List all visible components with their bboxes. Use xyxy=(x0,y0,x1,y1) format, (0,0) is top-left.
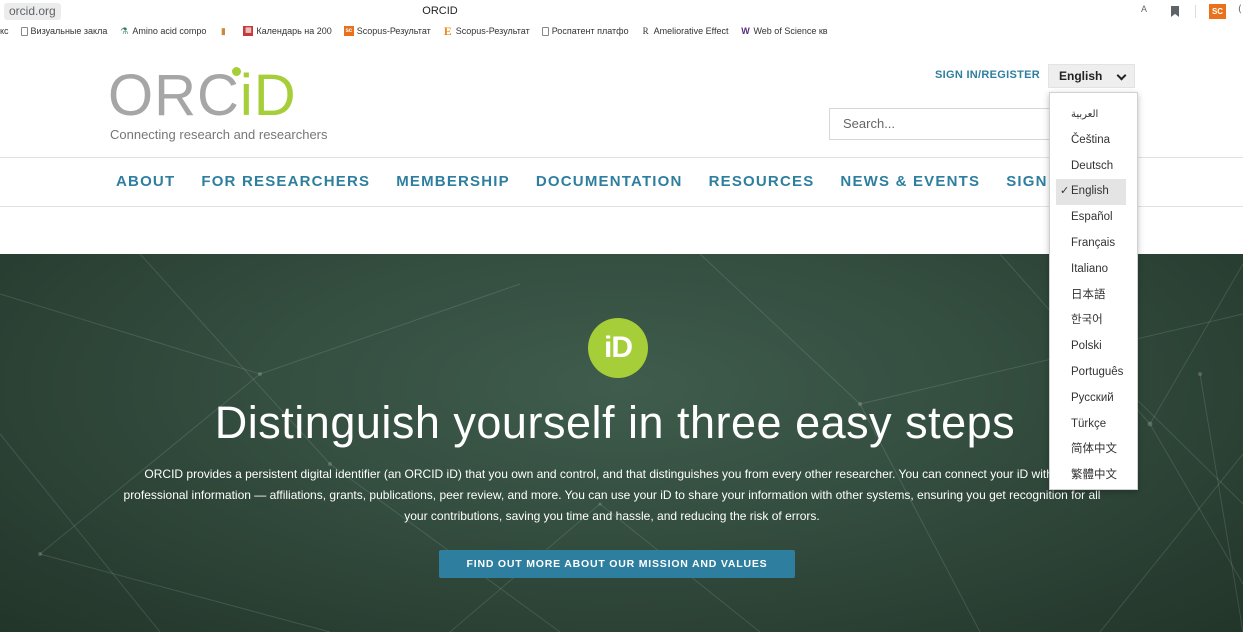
orcid-logo[interactable]: ORCiD xyxy=(108,67,297,125)
language-option[interactable]: ✓ English xyxy=(1056,179,1126,206)
hero-description: ORCID provides a persistent digital iden… xyxy=(123,467,1101,523)
bookmark-item[interactable]: ▦ Календарь на 200 xyxy=(243,26,332,36)
browser-chrome: orcid.org ORCID A SC ( кс Визуальные закл… xyxy=(0,0,1243,38)
language-dropdown-menu: العربية Čeština Deutsch ✓ English Español Fran… xyxy=(1049,92,1138,490)
bookmark-label: Scopus-Результат xyxy=(455,26,530,36)
e-icon: E xyxy=(443,24,452,38)
r-icon: R xyxy=(642,26,649,36)
bookmark-label: Календарь на 200 xyxy=(256,26,332,36)
bookmark-item[interactable]: W Web of Science кв xyxy=(740,26,827,36)
books-icon: ▮ xyxy=(220,26,226,36)
nav-about[interactable]: ABOUT xyxy=(116,173,175,190)
check-icon: ✓ xyxy=(1060,185,1070,198)
bookmark-label: Роспатент платфо xyxy=(551,26,629,36)
language-option-label: 简体中文 xyxy=(1071,443,1117,456)
scopus-extension-icon[interactable]: SC xyxy=(1209,4,1226,19)
scopus-icon: sc xyxy=(343,26,354,36)
bookmark-item[interactable]: ⚗ Amino acid compo xyxy=(119,26,206,36)
calendar-icon: ▦ xyxy=(243,26,254,36)
bookmark-icon[interactable] xyxy=(1171,6,1179,17)
nav-news-events[interactable]: NEWS & EVENTS xyxy=(840,173,980,190)
hero-title: Distinguish yourself in three easy steps xyxy=(214,397,1016,448)
translate-icon[interactable]: A xyxy=(1141,4,1147,14)
sign-in-register-link[interactable]: SIGN IN/REGISTER xyxy=(935,69,1040,81)
language-option-label: Русский xyxy=(1071,391,1114,404)
language-option-label: Türkçe xyxy=(1071,417,1107,430)
language-option-label: Čeština xyxy=(1071,133,1110,146)
language-option-label: 한국어 xyxy=(1071,314,1103,327)
language-option-label: Français xyxy=(1071,236,1116,249)
chevron-down-icon xyxy=(1116,70,1127,81)
bookmark-label: Визуальные закла xyxy=(30,26,108,36)
language-option[interactable]: Deutsch xyxy=(1050,154,1137,180)
bookmark-item[interactable]: кс xyxy=(0,26,9,36)
language-option-label: Italiano xyxy=(1071,262,1109,275)
logo-dot xyxy=(232,67,241,76)
language-option-label: Español xyxy=(1071,211,1113,224)
language-option[interactable]: 繁體中文 xyxy=(1050,463,1137,489)
tagline: Connecting research and researchers xyxy=(110,127,328,142)
toolbar-divider xyxy=(1195,5,1196,18)
nav-for-researchers[interactable]: FOR RESEARCHERS xyxy=(201,173,370,190)
language-option[interactable]: Türkçe xyxy=(1050,412,1137,438)
language-option-label: 繁體中文 xyxy=(1071,469,1117,482)
orcid-id-badge: iD xyxy=(588,318,648,378)
language-option[interactable]: 한국어 xyxy=(1050,308,1137,334)
language-option-label: English xyxy=(1071,185,1109,198)
bookmark-item[interactable]: ▮ xyxy=(218,26,231,36)
bookmark-label: Amino acid compo xyxy=(132,26,207,36)
language-option-label: العربية xyxy=(1071,109,1099,120)
page-icon xyxy=(541,26,549,36)
language-selector-label: English xyxy=(1059,69,1103,83)
logo-id-text: iD xyxy=(239,63,297,128)
bookmark-item[interactable]: E Scopus-Результат xyxy=(443,24,530,38)
nav-membership[interactable]: MEMBERSHIP xyxy=(396,173,510,190)
language-option[interactable]: Čeština xyxy=(1050,128,1137,154)
bookmark-label: Web of Science кв xyxy=(753,26,828,36)
nav-documentation[interactable]: DOCUMENTATION xyxy=(536,173,683,190)
nav-resources[interactable]: RESOURCES xyxy=(709,173,815,190)
language-option[interactable]: Français xyxy=(1050,231,1137,257)
search-input[interactable]: Search... xyxy=(829,108,1059,140)
language-option[interactable]: 日本語 xyxy=(1050,283,1137,309)
language-option[interactable]: Русский xyxy=(1050,386,1137,412)
language-option[interactable]: Español xyxy=(1050,205,1137,231)
language-option[interactable]: Italiano xyxy=(1050,257,1137,283)
language-option-label: Deutsch xyxy=(1071,159,1114,172)
wos-icon: W xyxy=(741,26,750,36)
bookmark-label: Scopus-Результат xyxy=(356,26,431,36)
language-option[interactable]: العربية xyxy=(1050,102,1137,128)
language-selector-button[interactable]: English xyxy=(1048,64,1135,88)
bookmark-label: Ameliorative Effect xyxy=(653,26,729,36)
amino-icon: ⚗ xyxy=(120,26,129,36)
logo-orc-text: ORC xyxy=(108,63,240,128)
mission-values-button[interactable]: FIND OUT MORE ABOUT OUR MISSION AND VALU… xyxy=(439,550,795,578)
bookmark-item[interactable]: R Ameliorative Effect xyxy=(641,26,729,36)
language-option[interactable]: 简体中文 xyxy=(1050,437,1137,463)
bookmark-item[interactable]: sc Scopus-Результат xyxy=(343,26,431,36)
bookmark-item[interactable]: Роспатент платфо xyxy=(541,26,629,36)
language-option-label: Polski xyxy=(1071,340,1102,353)
toolbar-overflow-icon[interactable]: ( xyxy=(1238,4,1242,15)
window-title: ORCID xyxy=(422,5,458,17)
main-nav: ABOUT FOR RESEARCHERS MEMBERSHIP DOCUMEN… xyxy=(116,173,1096,190)
bookmark-item[interactable]: Визуальные закла xyxy=(20,26,108,36)
page-icon xyxy=(20,26,28,36)
language-option-label: 日本語 xyxy=(1071,288,1106,301)
language-option[interactable]: Polski xyxy=(1050,334,1137,360)
bookmark-label: кс xyxy=(0,26,9,36)
language-option[interactable]: Português xyxy=(1050,360,1137,386)
language-option-label: Português xyxy=(1071,365,1124,378)
bookmarks-bar: кс Визуальные закла ⚗ Amino acid compo ▮ ▦ Кал… xyxy=(0,24,840,38)
